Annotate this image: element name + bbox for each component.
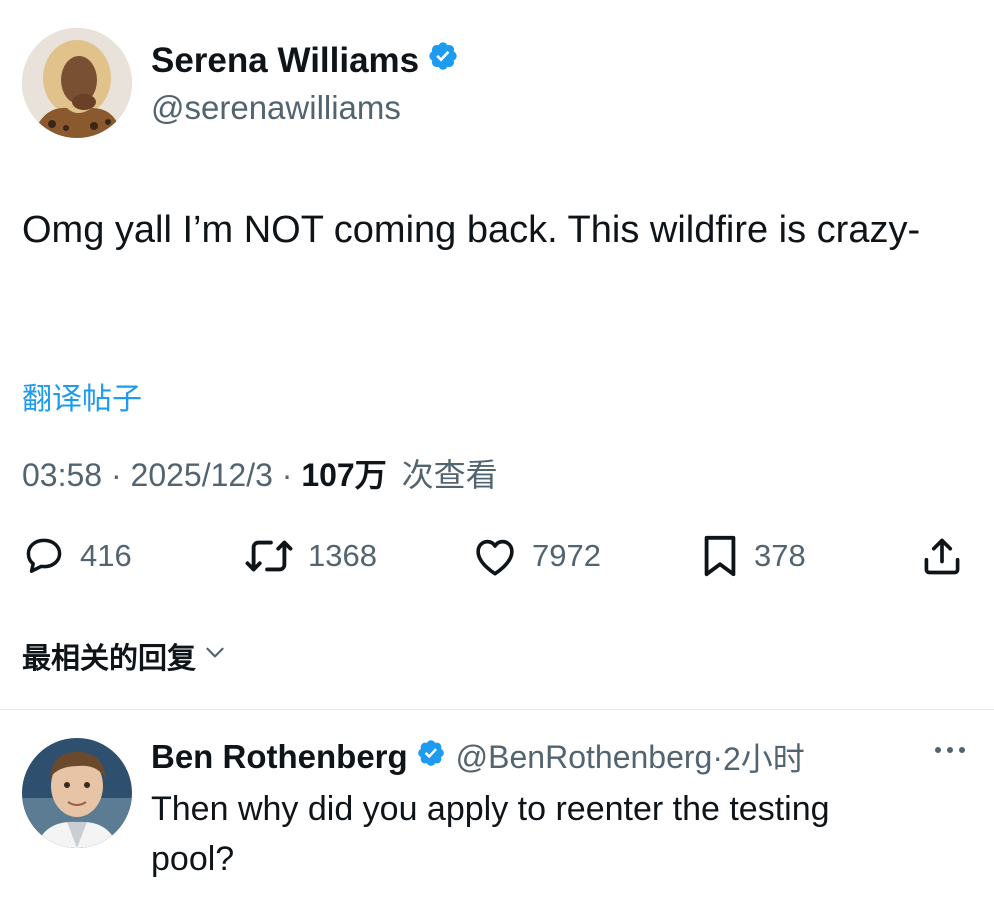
bookmark-button[interactable]: 378 <box>700 532 806 580</box>
bookmark-icon <box>700 533 740 579</box>
translate-post-link[interactable]: 翻译帖子 <box>22 374 142 418</box>
reply-button[interactable]: 416 <box>22 532 132 580</box>
share-icon <box>920 534 964 578</box>
reply-icon <box>22 534 66 578</box>
reply-count: 416 <box>80 538 132 573</box>
reply-author-handle[interactable]: @BenRothenberg <box>456 739 713 776</box>
divider <box>0 709 994 710</box>
author-name-row: Serena Williams <box>151 40 459 81</box>
meta-separator: · <box>281 457 293 493</box>
reply-author-avatar[interactable] <box>22 738 132 848</box>
more-options-icon[interactable] <box>932 738 968 767</box>
like-count: 7972 <box>532 538 601 573</box>
tweet-time[interactable]: 03:58 <box>22 457 102 493</box>
reply-time[interactable]: 2小时 <box>723 734 805 780</box>
bookmark-count: 378 <box>754 538 806 573</box>
chevron-down-icon <box>202 639 228 673</box>
author-handle[interactable]: @serenawilliams <box>151 89 401 127</box>
tweet-text: Omg yall I’m NOT coming back. This wildf… <box>22 209 921 251</box>
reply-author-row: Ben Rothenberg @BenRothenberg · 2小时 <box>151 734 805 780</box>
verified-badge-icon <box>427 40 459 81</box>
share-button[interactable] <box>920 532 964 580</box>
author-avatar[interactable] <box>22 28 132 138</box>
verified-badge-icon <box>416 738 446 776</box>
views-count: 107万 <box>301 457 387 493</box>
tweet-actions: 416 1368 7972 378 <box>22 532 972 580</box>
repost-icon <box>244 534 294 578</box>
repost-count: 1368 <box>308 538 377 573</box>
heart-icon <box>472 534 518 578</box>
tweet-meta: 03:58 · 2025/12/3 · 107万 次查看 <box>22 450 498 496</box>
meta-separator: · <box>110 457 122 493</box>
replies-sort-label: 最相关的回复 <box>22 643 197 675</box>
reply-author-display-name[interactable]: Ben Rothenberg <box>151 738 408 776</box>
tweet-date[interactable]: 2025/12/3 <box>131 457 273 493</box>
like-button[interactable]: 7972 <box>472 532 601 580</box>
repost-button[interactable]: 1368 <box>244 532 377 580</box>
views-label: 次查看 <box>401 457 498 493</box>
reply-separator: · <box>712 738 723 775</box>
replies-sort-dropdown[interactable]: 最相关的回复 <box>22 635 228 677</box>
author-display-name[interactable]: Serena Williams <box>151 41 419 81</box>
reply-text: Then why did you apply to reenter the te… <box>151 790 830 878</box>
